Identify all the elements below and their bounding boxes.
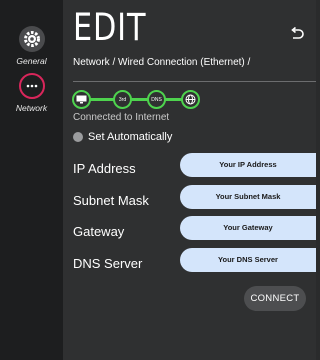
main-panel: EDIT Network / Wired Connection (Etherne… [63, 0, 316, 360]
ip-address-input[interactable] [180, 153, 316, 177]
page-title: EDIT [73, 6, 147, 49]
sidebar-item-label: General [16, 56, 47, 66]
router-label: 3rd [118, 96, 127, 103]
connection-steps: 3rd DNS [72, 90, 212, 112]
set-automatically-label: Set Automatically [88, 131, 173, 143]
ellipsis-icon [18, 73, 45, 99]
breadcrumb: Network / Wired Connection (Ethernet) / [73, 57, 251, 68]
dns-icon: DNS [147, 90, 166, 109]
globe-icon [181, 90, 200, 109]
dns-server-label: DNS Server [73, 256, 143, 271]
radio-icon[interactable] [73, 132, 83, 142]
gear-icon [18, 26, 45, 52]
dns-label: DNS [151, 96, 162, 103]
sidebar: General Network [0, 0, 63, 360]
sidebar-item-label: Network [15, 103, 48, 113]
divider [73, 81, 316, 82]
router-icon: 3rd [113, 90, 132, 109]
gateway-input[interactable] [180, 216, 316, 240]
back-icon[interactable] [288, 25, 306, 43]
connection-status: Connected to Internet [73, 112, 170, 123]
step-connector [89, 98, 115, 101]
sidebar-item-network[interactable]: Network [0, 73, 63, 113]
gateway-label: Gateway [73, 224, 125, 239]
tv-icon [72, 90, 91, 109]
set-automatically-option[interactable]: Set Automatically [73, 131, 172, 143]
connect-button[interactable]: CONNECT [244, 286, 306, 311]
ip-address-label: IP Address [73, 161, 136, 176]
dns-server-input[interactable] [180, 248, 316, 272]
subnet-mask-input[interactable] [180, 185, 316, 209]
subnet-mask-label: Subnet Mask [73, 193, 149, 208]
sidebar-item-general[interactable]: General [0, 26, 63, 66]
